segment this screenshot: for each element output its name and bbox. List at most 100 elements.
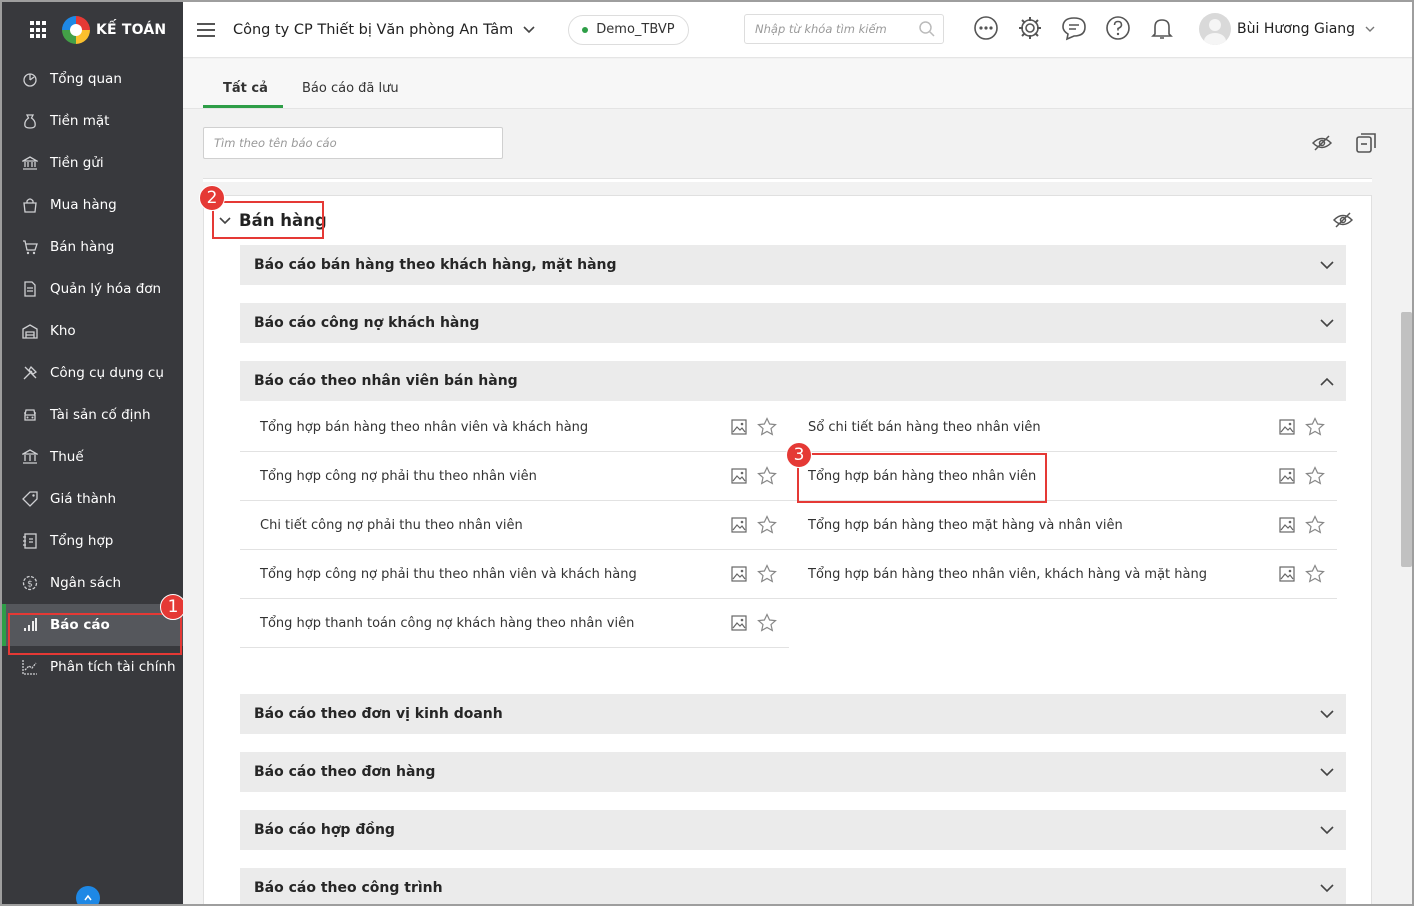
budget-icon: $ bbox=[20, 573, 40, 593]
report-item[interactable]: Tổng hợp thanh toán công nợ khách hàng t… bbox=[240, 599, 789, 648]
section-header[interactable]: Báo cáo theo đơn vị kinh doanh bbox=[240, 694, 1346, 734]
callout-box-3 bbox=[797, 453, 1047, 503]
section-header[interactable]: Báo cáo bán hàng theo khách hàng, mặt hà… bbox=[240, 245, 1346, 285]
sidebar-item-quan-ly-hoa-don[interactable]: Quản lý hóa đơn bbox=[2, 268, 183, 310]
report-item[interactable]: Tổng hợp công nợ phải thu theo nhân viên… bbox=[240, 550, 789, 599]
report-item[interactable]: Chi tiết công nợ phải thu theo nhân viên bbox=[240, 501, 789, 550]
sidebar-item-tai-san-co-dinh[interactable]: Tài sản cố định bbox=[2, 394, 183, 436]
vertical-scrollbar[interactable] bbox=[1401, 312, 1412, 567]
callout-box-2 bbox=[212, 201, 324, 239]
preview-image-icon[interactable] bbox=[729, 417, 749, 437]
star-icon[interactable] bbox=[757, 466, 777, 486]
sidebar-item-kho[interactable]: Kho bbox=[2, 310, 183, 352]
line-chart-icon bbox=[20, 657, 40, 677]
search-icon[interactable] bbox=[918, 20, 936, 42]
preview-image-icon[interactable] bbox=[729, 564, 749, 584]
vehicle-icon bbox=[20, 405, 40, 425]
menu-icon[interactable] bbox=[197, 19, 215, 41]
sidebar-item-tong-quan[interactable]: Tổng quan bbox=[2, 58, 183, 100]
report-item[interactable]: Tổng hợp bán hàng theo mặt hàng và nhân … bbox=[788, 501, 1337, 550]
section-header[interactable]: Báo cáo công nợ khách hàng bbox=[240, 303, 1346, 343]
global-search-input[interactable] bbox=[744, 14, 944, 44]
star-icon[interactable] bbox=[757, 515, 777, 535]
star-icon[interactable] bbox=[757, 564, 777, 584]
sidebar-item-cong-cu-dung-cu[interactable]: Công cụ dụng cụ bbox=[2, 352, 183, 394]
sidebar-item-label: Kho bbox=[50, 323, 76, 339]
sidebar-item-mua-hang[interactable]: Mua hàng bbox=[2, 184, 183, 226]
star-icon[interactable] bbox=[757, 613, 777, 633]
section-title: Báo cáo theo đơn vị kinh doanh bbox=[254, 706, 503, 722]
star-icon[interactable] bbox=[1305, 564, 1325, 584]
sidebar-item-tien-mat[interactable]: Tiền mặt bbox=[2, 100, 183, 142]
preview-image-icon[interactable] bbox=[1277, 515, 1297, 535]
shopping-bag-icon bbox=[20, 195, 40, 215]
sidebar-item-tien-gui[interactable]: Tiền gửi bbox=[2, 142, 183, 184]
sidebar-item-thue[interactable]: Thuế bbox=[2, 436, 183, 478]
report-search-input[interactable] bbox=[203, 127, 503, 159]
svg-text:$: $ bbox=[27, 580, 33, 590]
chat-icon[interactable] bbox=[1061, 15, 1087, 41]
app-grid-icon[interactable] bbox=[30, 21, 48, 39]
more-options-icon[interactable] bbox=[973, 15, 999, 41]
brand-logo-icon bbox=[62, 16, 90, 44]
hide-eye-icon[interactable] bbox=[1332, 212, 1354, 232]
section-title: Báo cáo hợp đồng bbox=[254, 822, 395, 838]
database-name: Demo_TBVP bbox=[596, 22, 675, 37]
sidebar-item-label: Tổng hợp bbox=[50, 533, 114, 549]
sidebar-item-label: Tiền gửi bbox=[50, 155, 104, 171]
star-icon[interactable] bbox=[1305, 466, 1325, 486]
section-header[interactable]: Báo cáo theo công trình bbox=[240, 868, 1346, 904]
preview-image-icon[interactable] bbox=[1277, 564, 1297, 584]
chevron-down-icon bbox=[1320, 258, 1334, 274]
report-item[interactable]: Sổ chi tiết bán hàng theo nhân viên bbox=[788, 403, 1337, 452]
section-title: Báo cáo theo đơn hàng bbox=[254, 764, 436, 780]
user-menu[interactable]: Bùi Hương Giang bbox=[1199, 13, 1375, 45]
cart-icon bbox=[20, 237, 40, 257]
sidebar-item-label: Quản lý hóa đơn bbox=[50, 281, 162, 297]
chevron-down-icon bbox=[1320, 881, 1334, 897]
report-name: Tổng hợp thanh toán công nợ khách hàng t… bbox=[260, 615, 635, 631]
collapse-all-icon[interactable] bbox=[1355, 132, 1377, 154]
collapse-sidebar-button[interactable] bbox=[76, 886, 100, 904]
sidebar-item-gia-thanh[interactable]: Giá thành bbox=[2, 478, 183, 520]
report-item[interactable]: Tổng hợp công nợ phải thu theo nhân viên bbox=[240, 452, 789, 501]
warehouse-icon bbox=[20, 321, 40, 341]
hide-eye-icon[interactable] bbox=[1311, 132, 1333, 154]
money-bag-icon bbox=[20, 111, 40, 131]
report-item[interactable]: Tổng hợp bán hàng theo nhân viên và khác… bbox=[240, 403, 789, 452]
gear-icon[interactable] bbox=[1017, 15, 1043, 41]
report-item[interactable]: Tổng hợp bán hàng theo nhân viên, khách … bbox=[788, 550, 1337, 599]
bell-icon[interactable] bbox=[1149, 15, 1175, 41]
panel-divider bbox=[203, 178, 1372, 182]
preview-image-icon[interactable] bbox=[729, 466, 749, 486]
status-dot-icon bbox=[582, 26, 589, 33]
chevron-down-icon bbox=[1320, 707, 1334, 723]
report-name: Tổng hợp bán hàng theo mặt hàng và nhân … bbox=[808, 517, 1123, 533]
star-icon[interactable] bbox=[757, 417, 777, 437]
brand-name: KẾ TOÁN bbox=[96, 22, 167, 38]
app-window: KẾ TOÁN Tổng quan Tiền mặt Tiền gửi Mua … bbox=[0, 0, 1414, 906]
preview-image-icon[interactable] bbox=[729, 613, 749, 633]
help-icon[interactable] bbox=[1105, 15, 1131, 41]
section-header[interactable]: Báo cáo theo nhân viên bán hàng bbox=[240, 361, 1346, 401]
database-selector[interactable]: Demo_TBVP bbox=[568, 14, 689, 45]
tax-icon bbox=[20, 447, 40, 467]
sidebar-item-ngan-sach[interactable]: $ Ngân sách bbox=[2, 562, 183, 604]
tab-bao-cao-da-luu[interactable]: Báo cáo đã lưu bbox=[302, 81, 399, 96]
star-icon[interactable] bbox=[1305, 417, 1325, 437]
sidebar-item-label: Thuế bbox=[50, 449, 84, 465]
star-icon[interactable] bbox=[1305, 515, 1325, 535]
section-title: Báo cáo theo công trình bbox=[254, 880, 443, 896]
preview-image-icon[interactable] bbox=[1277, 417, 1297, 437]
report-name: Tổng hợp công nợ phải thu theo nhân viên… bbox=[260, 566, 637, 582]
tab-tat-ca[interactable]: Tất cả bbox=[223, 81, 268, 96]
section-header[interactable]: Báo cáo hợp đồng bbox=[240, 810, 1346, 850]
company-selector[interactable]: Công ty CP Thiết bị Văn phòng An Tâm bbox=[233, 22, 535, 38]
preview-image-icon[interactable] bbox=[1277, 466, 1297, 486]
section-header[interactable]: Báo cáo theo đơn hàng bbox=[240, 752, 1346, 792]
sidebar-item-tong-hop[interactable]: Tổng hợp bbox=[2, 520, 183, 562]
chevron-down-icon bbox=[1320, 765, 1334, 781]
sidebar-item-ban-hang[interactable]: Bán hàng bbox=[2, 226, 183, 268]
sidebar-item-label: Mua hàng bbox=[50, 197, 117, 213]
preview-image-icon[interactable] bbox=[729, 515, 749, 535]
